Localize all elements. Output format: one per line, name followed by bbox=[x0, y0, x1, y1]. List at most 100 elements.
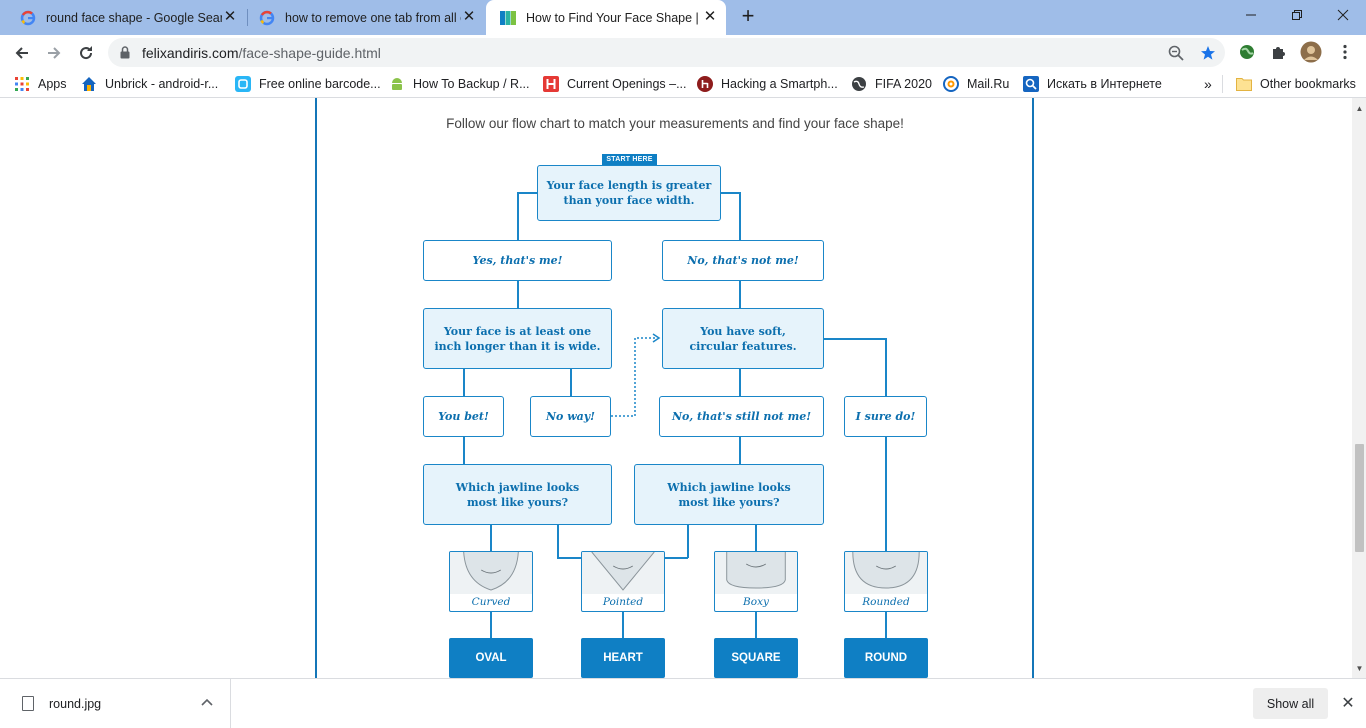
folder-icon bbox=[1236, 76, 1252, 92]
close-tab-icon[interactable]: ✕ bbox=[222, 9, 238, 25]
bookmark-mailru[interactable]: Mail.Ru bbox=[943, 75, 1009, 93]
bookmarks-overflow-button[interactable]: » bbox=[1204, 75, 1212, 93]
tab-strip: round face shape - Google Search ✕ how t… bbox=[0, 0, 1366, 35]
jawline-label: Rounded bbox=[862, 596, 910, 608]
pointed-jaw-sketch bbox=[582, 552, 664, 594]
tab-face-shape-guide[interactable]: How to Find Your Face Shape | felixandir… bbox=[486, 0, 726, 35]
connector bbox=[490, 611, 492, 638]
tab-remove-tab[interactable]: how to remove one tab from all other tab… bbox=[245, 0, 485, 35]
question-line: most like yours? bbox=[678, 495, 780, 509]
question-jawline-left: Which jawline looks most like yours? bbox=[423, 464, 612, 525]
url-path: /face-shape-guide.html bbox=[238, 45, 381, 61]
answer-you-bet[interactable]: You bet! bbox=[423, 396, 504, 437]
question-face-length: Your face length is greater than your fa… bbox=[537, 165, 721, 221]
zoom-icon[interactable] bbox=[1167, 44, 1185, 62]
bookmark-hacking[interactable]: Hacking a Smartph... bbox=[697, 75, 838, 93]
jawline-pointed[interactable]: Pointed bbox=[581, 551, 665, 612]
h-logo-icon bbox=[543, 76, 559, 92]
connector bbox=[463, 437, 465, 464]
bookmark-current-openings[interactable]: Current Openings –... bbox=[543, 75, 687, 93]
reload-icon[interactable] bbox=[72, 39, 100, 67]
result-square[interactable]: SQUARE bbox=[714, 638, 798, 678]
menu-kebab-icon[interactable] bbox=[1334, 41, 1356, 63]
new-tab-button[interactable]: + bbox=[736, 5, 760, 29]
profile-avatar[interactable] bbox=[1300, 41, 1322, 63]
result-heart[interactable]: HEART bbox=[581, 638, 665, 678]
bookmark-search-internet[interactable]: Искать в Интернете bbox=[1023, 75, 1162, 93]
bookmark-label: Mail.Ru bbox=[967, 77, 1010, 91]
close-downloads-icon[interactable]: ✕ bbox=[1339, 695, 1357, 713]
other-bookmarks-button[interactable]: Other bookmarks bbox=[1236, 75, 1356, 93]
minimize-icon[interactable] bbox=[1228, 0, 1274, 30]
jawline-rounded[interactable]: Rounded bbox=[844, 551, 928, 612]
bookmark-label: Искать в Интернете bbox=[1047, 77, 1162, 91]
google-g-icon bbox=[20, 10, 36, 26]
tab-title: How to Find Your Face Shape | felixandir… bbox=[526, 10, 702, 25]
bookmark-barcode[interactable]: Free online barcode... bbox=[235, 75, 381, 93]
bookmark-star-icon[interactable] bbox=[1199, 44, 1217, 62]
jawline-curved[interactable]: Curved bbox=[449, 551, 533, 612]
bookmark-unbrick[interactable]: Unbrick - android-r... bbox=[81, 75, 218, 93]
barcode-icon bbox=[235, 76, 251, 92]
connector bbox=[517, 192, 519, 240]
answer-no-way[interactable]: No way! bbox=[530, 396, 611, 437]
question-line: Your face is at least one bbox=[443, 324, 592, 338]
close-tab-icon[interactable]: ✕ bbox=[461, 9, 477, 25]
restore-icon[interactable] bbox=[1274, 0, 1320, 30]
forward-icon[interactable] bbox=[40, 39, 68, 67]
answer-no-thats-not-me[interactable]: No, that's not me! bbox=[662, 240, 824, 281]
android-icon bbox=[389, 76, 405, 92]
connector bbox=[517, 192, 538, 194]
bookmark-label: How To Backup / R... bbox=[413, 77, 530, 91]
scroll-up-icon[interactable]: ▲ bbox=[1355, 104, 1364, 113]
bookmark-label: Current Openings –... bbox=[567, 77, 687, 91]
page-viewport: Follow our flow chart to match your meas… bbox=[0, 98, 1352, 678]
globe-icon bbox=[851, 76, 867, 92]
bookmarks-bar: Apps Unbrick - android-r... Free online … bbox=[0, 70, 1366, 98]
close-window-icon[interactable] bbox=[1320, 0, 1366, 30]
extensions-puzzle-icon[interactable] bbox=[1268, 41, 1290, 63]
question-soft-features: You have soft, circular features. bbox=[662, 308, 824, 369]
close-tab-icon[interactable]: ✕ bbox=[702, 9, 718, 25]
flowchart-intro: Follow our flow chart to match your meas… bbox=[446, 116, 904, 131]
browser-toolbar: felixandiris.com/face-shape-guide.html bbox=[0, 35, 1366, 70]
lock-icon[interactable] bbox=[120, 46, 130, 64]
content-border-right bbox=[1032, 98, 1034, 678]
scroll-down-icon[interactable]: ▼ bbox=[1355, 664, 1364, 673]
download-shelf: round.jpg Show all ✕ bbox=[0, 678, 1366, 728]
download-item[interactable]: round.jpg bbox=[0, 679, 231, 728]
jawline-label: Curved bbox=[471, 596, 511, 608]
page-scrollbar[interactable]: ▲ ▼ bbox=[1352, 98, 1366, 678]
question-line: than your face width. bbox=[563, 194, 695, 207]
bookmark-backup[interactable]: How To Backup / R... bbox=[389, 75, 530, 93]
home-icon bbox=[81, 76, 97, 92]
address-bar[interactable]: felixandiris.com/face-shape-guide.html bbox=[108, 38, 1225, 67]
google-g-icon bbox=[259, 10, 275, 26]
back-icon[interactable] bbox=[8, 39, 36, 67]
bookmark-apps[interactable]: Apps bbox=[14, 75, 67, 93]
question-line: You have soft, bbox=[700, 324, 786, 338]
question-line: Which jawline looks bbox=[455, 480, 580, 494]
answer-i-sure-do[interactable]: I sure do! bbox=[844, 396, 927, 437]
rounded-jaw-sketch bbox=[845, 552, 927, 594]
tab-google-search[interactable]: round face shape - Google Search ✕ bbox=[6, 0, 246, 35]
bookmark-label: Free online barcode... bbox=[259, 77, 381, 91]
scroll-thumb[interactable] bbox=[1355, 444, 1364, 552]
result-round[interactable]: ROUND bbox=[844, 638, 928, 678]
jawline-boxy[interactable]: Boxy bbox=[714, 551, 798, 612]
show-all-button[interactable]: Show all bbox=[1253, 688, 1328, 719]
bookmark-fifa[interactable]: FIFA 2020 bbox=[851, 75, 932, 93]
other-bookmarks-label: Other bookmarks bbox=[1260, 77, 1356, 91]
start-here-tag: START HERE bbox=[602, 154, 657, 165]
result-oval[interactable]: OVAL bbox=[449, 638, 533, 678]
answer-yes-thats-me[interactable]: Yes, that's me! bbox=[423, 240, 612, 281]
chevron-up-icon[interactable] bbox=[199, 695, 215, 711]
extension-globe-icon[interactable] bbox=[1236, 41, 1258, 63]
bookmarks-divider bbox=[1222, 75, 1223, 93]
dotted-arrow bbox=[611, 333, 661, 417]
answer-still-not-me[interactable]: No, that's still not me! bbox=[659, 396, 824, 437]
tab-title: round face shape - Google Search bbox=[46, 10, 222, 25]
connector bbox=[739, 437, 741, 464]
curved-jaw-sketch bbox=[450, 552, 532, 594]
bookmark-label: Hacking a Smartph... bbox=[721, 77, 838, 91]
